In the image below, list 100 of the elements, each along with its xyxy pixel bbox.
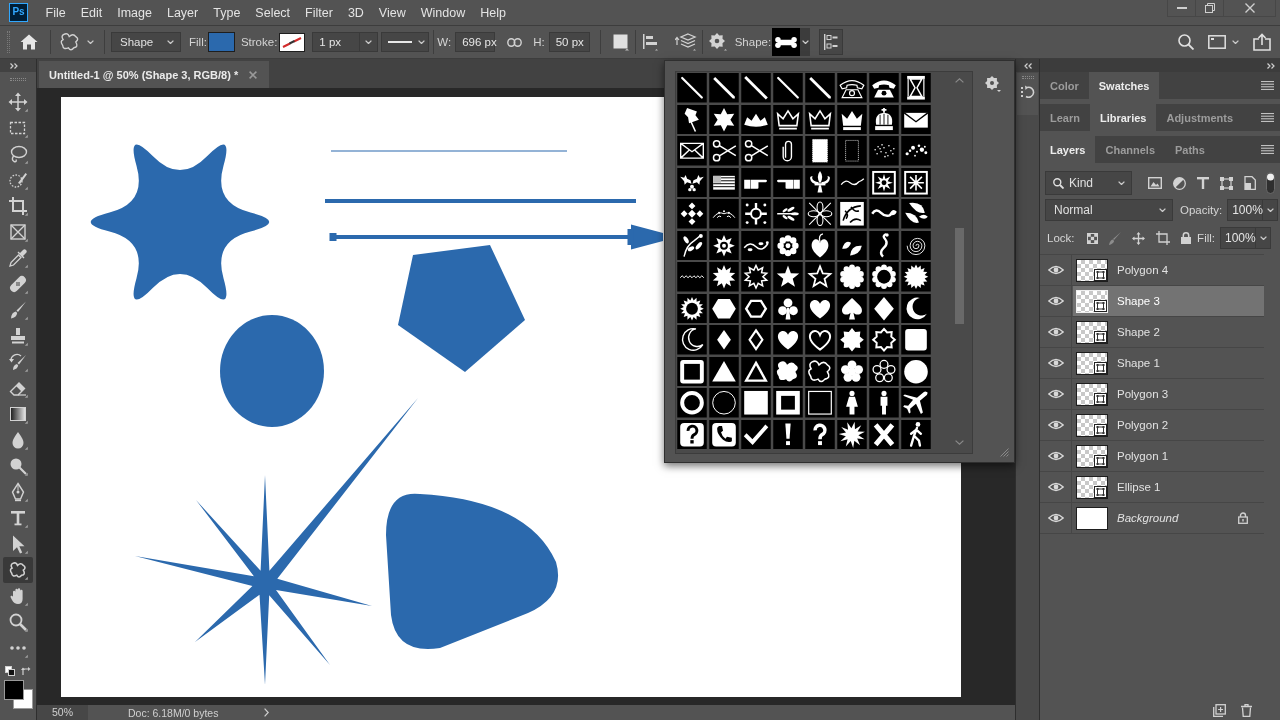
share-icon[interactable]	[1253, 33, 1271, 51]
starburst-icon[interactable]	[741, 262, 771, 292]
panel-tab[interactable]: Libraries	[1089, 104, 1157, 131]
star-icon[interactable]	[837, 325, 867, 355]
layer-row[interactable]: Shape 1	[1040, 348, 1264, 379]
pushpin-icon[interactable]	[677, 104, 707, 134]
blend-mode-dropdown[interactable]: Normal	[1045, 199, 1173, 221]
path-alignment-icon[interactable]	[642, 33, 658, 51]
adjustment-icon[interactable]	[1173, 176, 1186, 190]
menu-item[interactable]: Layer	[159, 1, 206, 24]
shape-picker-button[interactable]	[772, 28, 801, 56]
double-chevron-right-icon[interactable]	[1267, 62, 1275, 69]
leaves-icon[interactable]	[837, 230, 867, 260]
image-icon[interactable]	[1148, 177, 1162, 189]
ornament-tile-icon[interactable]	[869, 167, 899, 197]
menu-item[interactable]: Select	[247, 1, 298, 24]
color-swatches-icon[interactable]	[3, 680, 33, 709]
spade-icon[interactable]	[837, 293, 867, 323]
panel-tab[interactable]: Paths	[1165, 136, 1215, 163]
vine-icon[interactable]	[741, 230, 771, 260]
panel-tab[interactable]: Layers	[1040, 136, 1096, 163]
stroke-type-dropdown[interactable]	[381, 32, 430, 52]
document-tab[interactable]: Untitled-1 @ 50% (Shape 3, RGB/8) *	[39, 61, 270, 88]
layer-row[interactable]: Background	[1040, 503, 1264, 534]
panel-tab[interactable]: Swatches	[1088, 72, 1160, 99]
menu-item[interactable]: Help	[472, 1, 514, 24]
settings-icon[interactable]	[984, 76, 1003, 92]
scissors-icon[interactable]	[741, 136, 771, 166]
pointing-hand-icon[interactable]	[773, 167, 803, 197]
flower-icon[interactable]	[709, 230, 739, 260]
stamp-icon[interactable]	[805, 136, 835, 166]
menu-item[interactable]: Window	[413, 1, 473, 24]
restore-button[interactable]	[1196, 0, 1224, 17]
menu-item[interactable]: Image	[109, 1, 160, 24]
opacity-field[interactable]: 100%	[1227, 199, 1264, 221]
checkmark-icon[interactable]	[741, 419, 771, 449]
rounded-square-icon[interactable]	[901, 325, 931, 355]
stroke-width-field[interactable]: 1 px	[312, 32, 361, 52]
eye-icon[interactable]	[1047, 389, 1064, 399]
layer-row[interactable]: Polygon 3	[1040, 379, 1264, 410]
menu-item[interactable]: 3D	[340, 1, 372, 24]
menu-item[interactable]: View	[371, 1, 414, 24]
menu-item[interactable]: Filter	[297, 1, 341, 24]
smart-object-icon[interactable]	[1244, 176, 1256, 190]
double-chevron-right-icon[interactable]	[10, 62, 18, 69]
panel-tab[interactable]: Adjustments	[1156, 104, 1244, 131]
eye-icon[interactable]	[1047, 296, 1064, 306]
holly-icon[interactable]	[677, 167, 707, 197]
path-operations-icon[interactable]	[612, 33, 629, 51]
club-icon[interactable]	[773, 293, 803, 323]
eye-icon[interactable]	[1047, 482, 1064, 492]
width-field[interactable]: 696 px	[455, 32, 496, 52]
history-icon[interactable]	[1020, 85, 1035, 99]
star-icon[interactable]	[869, 325, 899, 355]
fleur-de-lis-icon[interactable]	[805, 167, 835, 197]
search-icon[interactable]	[1178, 34, 1194, 50]
eye-icon[interactable]	[1047, 420, 1064, 430]
crescent-moon-icon[interactable]	[901, 293, 931, 323]
double-chevron-left-icon[interactable]	[1023, 62, 1032, 69]
eye-icon[interactable]	[1047, 358, 1064, 368]
close-button[interactable]	[1224, 0, 1276, 17]
crown-icon[interactable]	[837, 104, 867, 134]
circle-icon[interactable]	[901, 356, 931, 386]
dropdown-button[interactable]	[1256, 227, 1271, 249]
checkerboard-icon[interactable]	[1086, 232, 1098, 244]
square-icon[interactable]	[741, 388, 771, 418]
swirl-icon[interactable]	[869, 230, 899, 260]
crown-icon[interactable]	[869, 104, 899, 134]
new-layer-icon[interactable]	[1213, 703, 1226, 717]
caret-right-icon[interactable]	[264, 708, 269, 717]
layer-row[interactable]: Shape 3	[1040, 286, 1264, 317]
ornament-tile-icon[interactable]	[901, 167, 931, 197]
layer-row[interactable]: Shape 2	[1040, 317, 1264, 348]
branch-icon[interactable]	[677, 230, 707, 260]
workspace-icon[interactable]	[1208, 35, 1226, 49]
paperclip-icon[interactable]	[773, 136, 803, 166]
woman-icon[interactable]	[837, 388, 867, 418]
envelope-icon[interactable]	[901, 104, 931, 134]
seal-icon[interactable]	[869, 262, 899, 292]
move-icon[interactable]	[1131, 231, 1145, 245]
fill-field[interactable]: 100%	[1220, 227, 1256, 249]
menu-icon[interactable]	[1261, 145, 1274, 154]
panel-tab[interactable]: Color	[1040, 72, 1089, 99]
resize-grip-icon[interactable]	[1000, 448, 1009, 457]
flag-icon[interactable]	[709, 167, 739, 197]
type-icon[interactable]	[1197, 177, 1209, 189]
close-icon[interactable]	[249, 70, 258, 79]
toggle-switch[interactable]	[1266, 172, 1275, 194]
blob-icon[interactable]	[773, 356, 803, 386]
caret-icon[interactable]	[87, 39, 94, 45]
transform-icon[interactable]	[1220, 176, 1233, 190]
dots-icon[interactable]	[869, 136, 899, 166]
lock-icon[interactable]	[1180, 232, 1191, 244]
chevron-up-icon[interactable]	[955, 78, 964, 83]
telephone-icon[interactable]	[709, 419, 739, 449]
layer-row[interactable]: Polygon 2	[1040, 410, 1264, 441]
envelope-icon[interactable]	[677, 136, 707, 166]
scrollbar-thumb[interactable]	[955, 228, 964, 324]
dropdown-button[interactable]	[1263, 199, 1279, 221]
ornament-icon[interactable]	[741, 199, 771, 229]
